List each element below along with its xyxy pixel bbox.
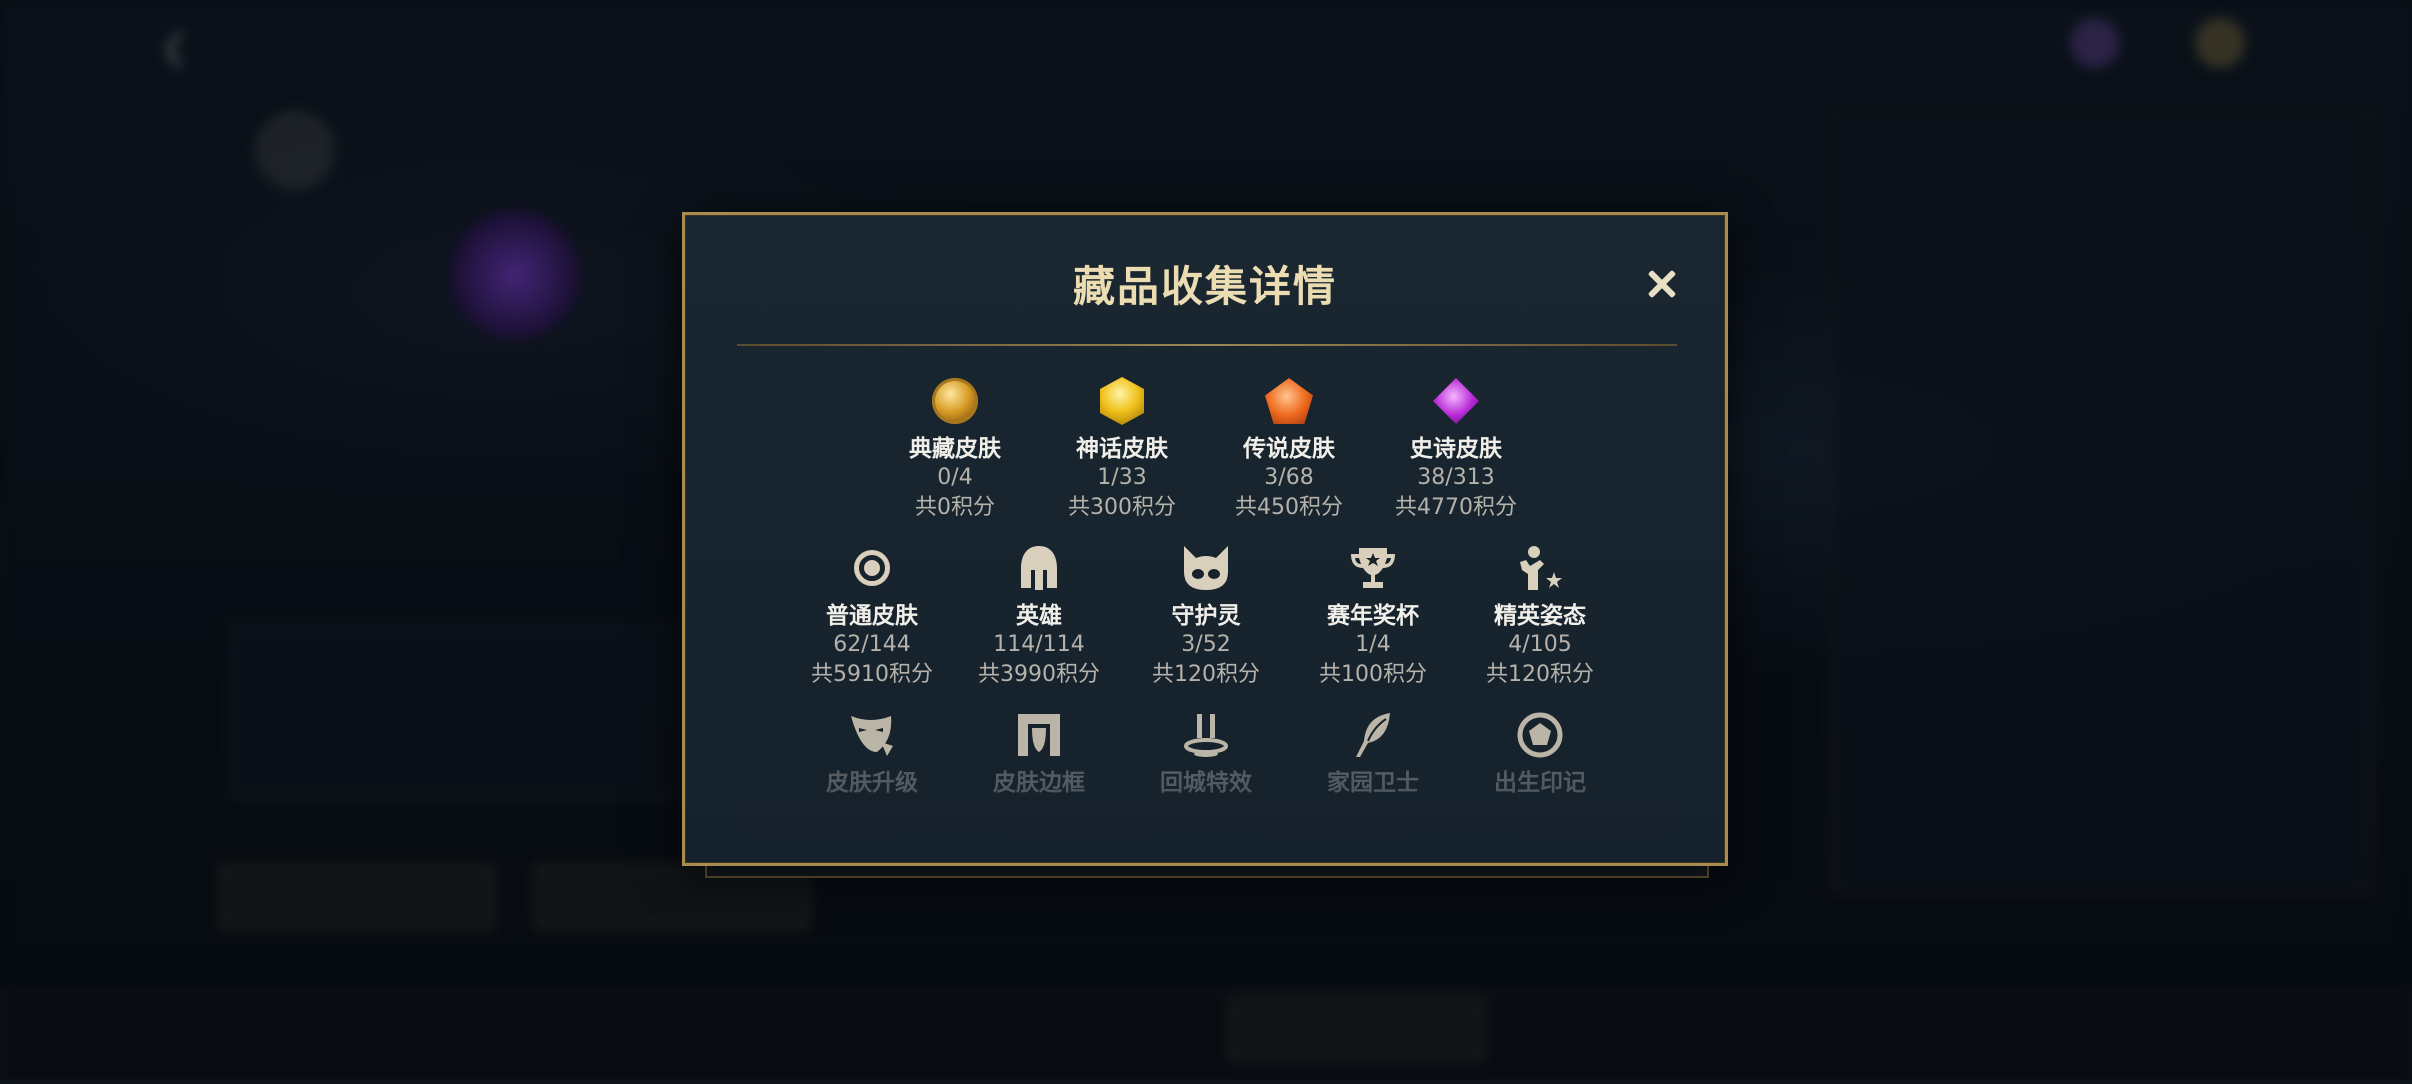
item-points: 共5910积分 [811, 662, 933, 687]
item-label: 赛年奖杯 [1327, 603, 1419, 629]
scroll-fade-mask [745, 782, 1665, 842]
item-mythic-skin[interactable]: 神话皮肤 1/33 共300积分 [1037, 373, 1207, 523]
item-count: 3/68 [1264, 465, 1314, 490]
item-legend-skin[interactable]: 传说皮肤 3/68 共450积分 [1204, 373, 1374, 523]
item-count: 0/4 [937, 465, 973, 490]
birth-mark-icon [1512, 707, 1568, 763]
trophy-icon [1345, 540, 1401, 596]
item-normal-skin[interactable]: 普通皮肤 62/144 共5910积分 [787, 540, 957, 690]
modal-title: 藏品收集详情 [1072, 262, 1337, 311]
item-points: 共450积分 [1235, 495, 1343, 520]
item-label: 史诗皮肤 [1410, 436, 1502, 462]
feather-icon [1345, 707, 1401, 763]
item-collection-skin[interactable]: 典藏皮肤 0/4 共0积分 [870, 373, 1040, 523]
helmet-icon [1011, 540, 1067, 596]
item-points: 共300积分 [1068, 495, 1176, 520]
ring-icon [844, 540, 900, 596]
item-points: 共4770积分 [1395, 495, 1517, 520]
item-guardian[interactable]: 守护灵 3/52 共120积分 [1121, 540, 1291, 690]
dragon-emblem-icon [927, 373, 983, 429]
guardian-cat-icon [1178, 540, 1234, 596]
collection-details-modal: 藏品收集详情 典藏皮肤 0/4 共0积分 神话皮肤 1/33 共300积分 传说… [682, 212, 1728, 866]
item-points: 共100积分 [1319, 662, 1427, 687]
recall-effect-icon [1178, 707, 1234, 763]
item-epic-skin[interactable]: 史诗皮肤 38/313 共4770积分 [1371, 373, 1541, 523]
item-count: 1/4 [1355, 632, 1391, 657]
item-label: 典藏皮肤 [909, 436, 1001, 462]
item-label: 守护灵 [1171, 603, 1241, 629]
item-label: 精英姿态 [1494, 603, 1586, 629]
item-count: 4/105 [1508, 632, 1572, 657]
item-label: 神话皮肤 [1076, 436, 1168, 462]
item-label: 普通皮肤 [826, 603, 918, 629]
item-count: 38/313 [1417, 465, 1495, 490]
elite-pose-icon [1512, 540, 1568, 596]
item-label: 传说皮肤 [1243, 436, 1335, 462]
orange-pentagon-gem-icon [1261, 373, 1317, 429]
item-label: 英雄 [1016, 603, 1062, 629]
item-points: 共120积分 [1486, 662, 1594, 687]
title-divider [737, 344, 1677, 346]
item-count: 114/114 [993, 632, 1085, 657]
item-points: 共120积分 [1152, 662, 1260, 687]
item-season-trophy[interactable]: 赛年奖杯 1/4 共100积分 [1288, 540, 1458, 690]
close-icon[interactable] [1637, 259, 1687, 309]
item-count: 3/52 [1181, 632, 1231, 657]
purple-diamond-gem-icon [1428, 373, 1484, 429]
item-points: 共0积分 [915, 495, 995, 520]
item-elite-pose[interactable]: 精英姿态 4/105 共120积分 [1455, 540, 1625, 690]
item-count: 62/144 [833, 632, 911, 657]
mask-icon [844, 707, 900, 763]
item-hero[interactable]: 英雄 114/114 共3990积分 [954, 540, 1124, 690]
item-points: 共3990积分 [978, 662, 1100, 687]
frame-icon [1011, 707, 1067, 763]
gold-hexagon-gem-icon [1094, 373, 1150, 429]
item-count: 1/33 [1097, 465, 1147, 490]
